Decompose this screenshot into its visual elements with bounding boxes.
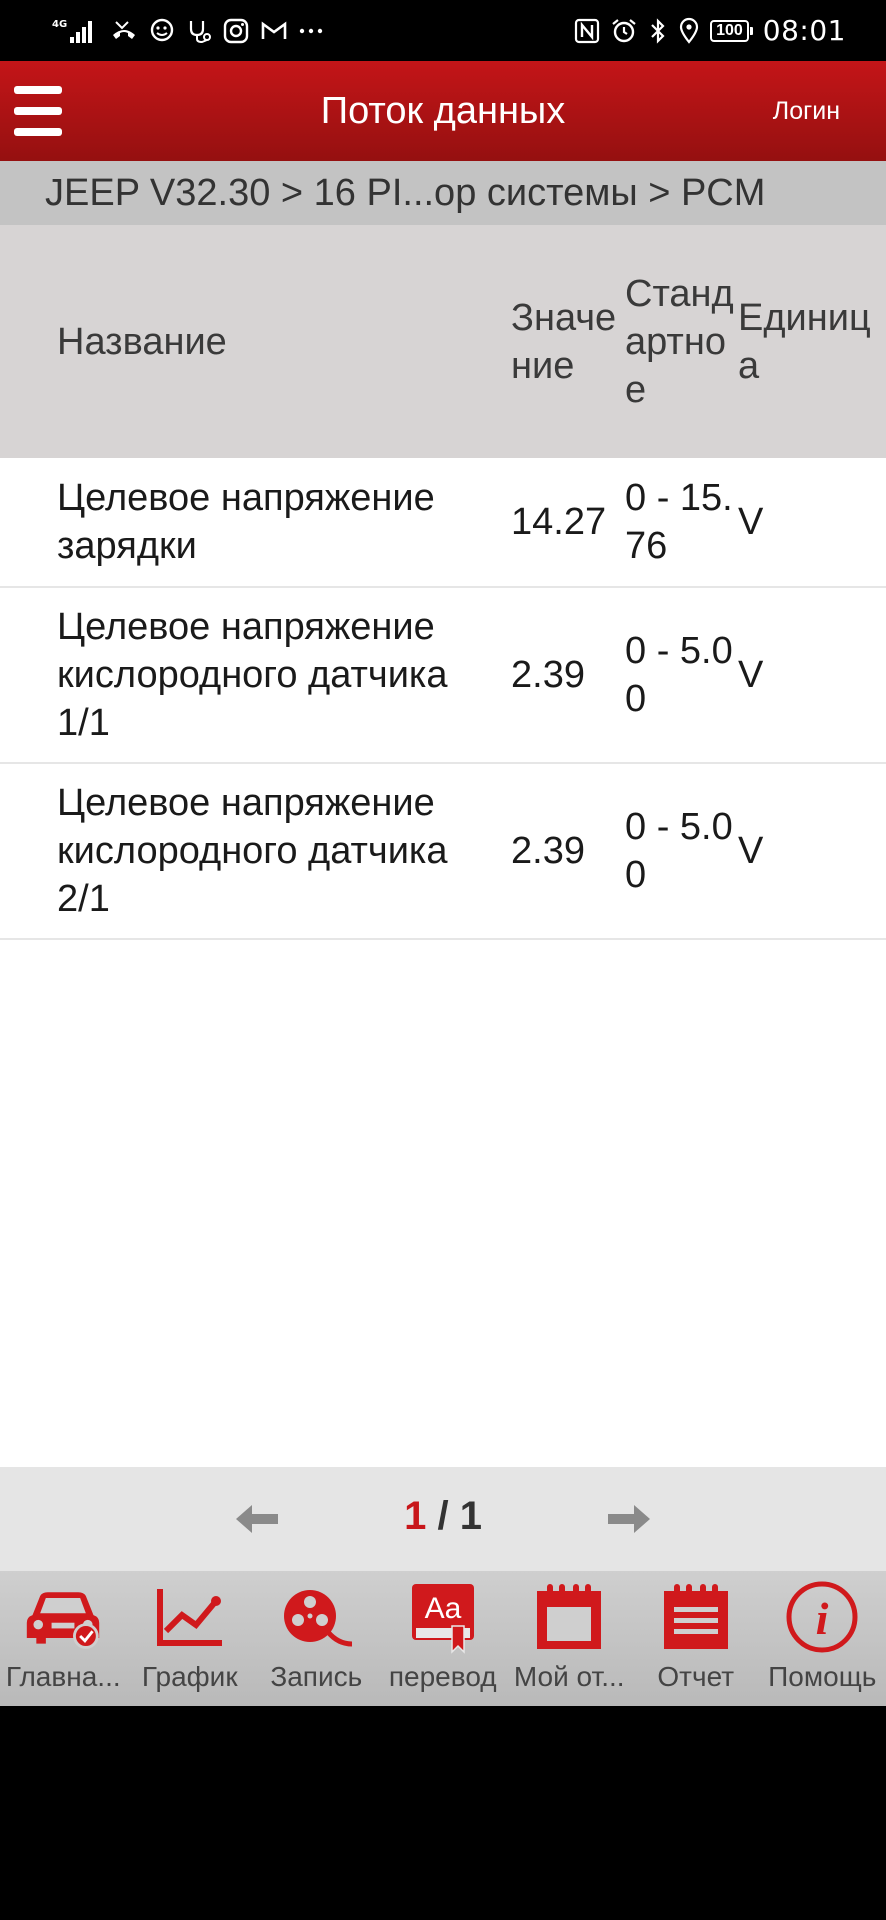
toolbar-record-button[interactable]: Запись	[253, 1571, 380, 1706]
translate-icon: Aa	[403, 1577, 483, 1657]
car-icon	[23, 1577, 103, 1657]
column-header-name: Название	[57, 320, 227, 363]
missed-call-icon	[110, 16, 138, 46]
more-notifications-icon	[298, 16, 324, 46]
column-header-standard: Стандартное	[625, 272, 734, 411]
app-header: Поток данных Логин	[0, 61, 886, 161]
instagram-icon	[222, 16, 250, 46]
report-icon	[656, 1577, 736, 1657]
arrow-right-icon	[608, 1505, 650, 1533]
graph-icon	[150, 1577, 230, 1657]
row-value: 2.39	[511, 830, 585, 872]
toolbar-label: Мой от...	[513, 1661, 625, 1692]
toolbar-label: Главна...	[5, 1661, 121, 1692]
toolbar-label: Отчет	[657, 1661, 735, 1692]
nfc-icon	[574, 16, 600, 46]
toolbar-label: Помощь	[768, 1661, 877, 1692]
row-standard: 0 - 5.00	[625, 630, 733, 720]
svg-text:4G: 4G	[52, 19, 67, 30]
row-value: 14.27	[511, 501, 607, 543]
toolbar-home-button[interactable]: Главна...	[0, 1571, 127, 1706]
table-row[interactable]: Целевое напряжение кислородного датчика …	[0, 764, 886, 940]
table-row[interactable]: Целевое напряжение кислородного датчика …	[0, 588, 886, 764]
toolbar-my-report-button[interactable]: Мой от...	[506, 1571, 633, 1706]
waze-icon	[148, 16, 176, 46]
next-page-button[interactable]	[602, 1497, 654, 1541]
svg-text:i: i	[816, 1593, 829, 1644]
row-unit: V	[738, 830, 764, 872]
calendar-icon	[529, 1577, 609, 1657]
location-icon	[678, 16, 700, 46]
column-header-unit: Единица	[738, 296, 871, 387]
toolbar-graph-button[interactable]: График	[127, 1571, 254, 1706]
menu-button[interactable]	[0, 61, 76, 161]
table-row[interactable]: Целевое напряжение зарядки 14.27 0 - 15.…	[0, 458, 886, 588]
login-button[interactable]: Логин	[773, 97, 840, 126]
toolbar-help-button[interactable]: i Помощь	[759, 1571, 886, 1706]
row-unit: V	[738, 654, 764, 696]
toolbar-label: перевод	[388, 1661, 497, 1692]
page-separator: /	[437, 1494, 449, 1538]
toolbar-translate-button[interactable]: Aa перевод	[380, 1571, 507, 1706]
signal-icon: 4G	[52, 16, 100, 46]
breadcrumb: JEEP V32.30 > 16 PI...ор системы > PCM	[0, 161, 886, 225]
row-name: Целевое напряжение кислородного датчика …	[57, 606, 448, 744]
status-left: 4G	[52, 16, 324, 46]
help-icon: i	[782, 1577, 862, 1657]
hamburger-icon	[14, 86, 62, 94]
battery-level: 100	[710, 19, 749, 42]
row-name: Целевое напряжение зарядки	[57, 477, 435, 567]
status-bar: 4G 100 08:01	[0, 0, 886, 61]
toolbar-label: Запись	[270, 1661, 363, 1692]
alarm-icon	[610, 16, 638, 46]
record-icon	[276, 1577, 356, 1657]
pager: 1 / 1	[0, 1467, 886, 1571]
data-stream-table: Название Значение Стандартное Единица Це…	[0, 225, 886, 1467]
row-value: 2.39	[511, 654, 585, 696]
stethoscope-icon	[186, 16, 212, 46]
table-header: Название Значение Стандартное Единица	[0, 225, 886, 458]
row-standard: 0 - 15.76	[625, 477, 733, 567]
bottom-toolbar: Главна... График Запись Aa перевод Мой о…	[0, 1571, 886, 1706]
toolbar-report-button[interactable]: Отчет	[633, 1571, 760, 1706]
total-pages: 1	[459, 1494, 482, 1538]
battery-icon: 100	[710, 19, 753, 42]
bluetooth-icon	[648, 16, 668, 46]
row-name: Целевое напряжение кислородного датчика …	[57, 782, 448, 920]
svg-text:Aa: Aa	[424, 1592, 461, 1625]
toolbar-label: График	[141, 1661, 238, 1692]
current-page: 1	[404, 1494, 427, 1538]
status-time: 08:01	[762, 14, 846, 47]
page-indicator: 1 / 1	[0, 1494, 886, 1539]
status-right: 100 08:01	[574, 14, 846, 47]
page-title: Поток данных	[320, 89, 566, 132]
row-unit: V	[738, 501, 764, 543]
gmail-icon	[260, 16, 288, 46]
column-header-value: Значение	[511, 296, 617, 387]
navigation-bar-area	[0, 1706, 886, 1920]
row-standard: 0 - 5.00	[625, 806, 733, 896]
